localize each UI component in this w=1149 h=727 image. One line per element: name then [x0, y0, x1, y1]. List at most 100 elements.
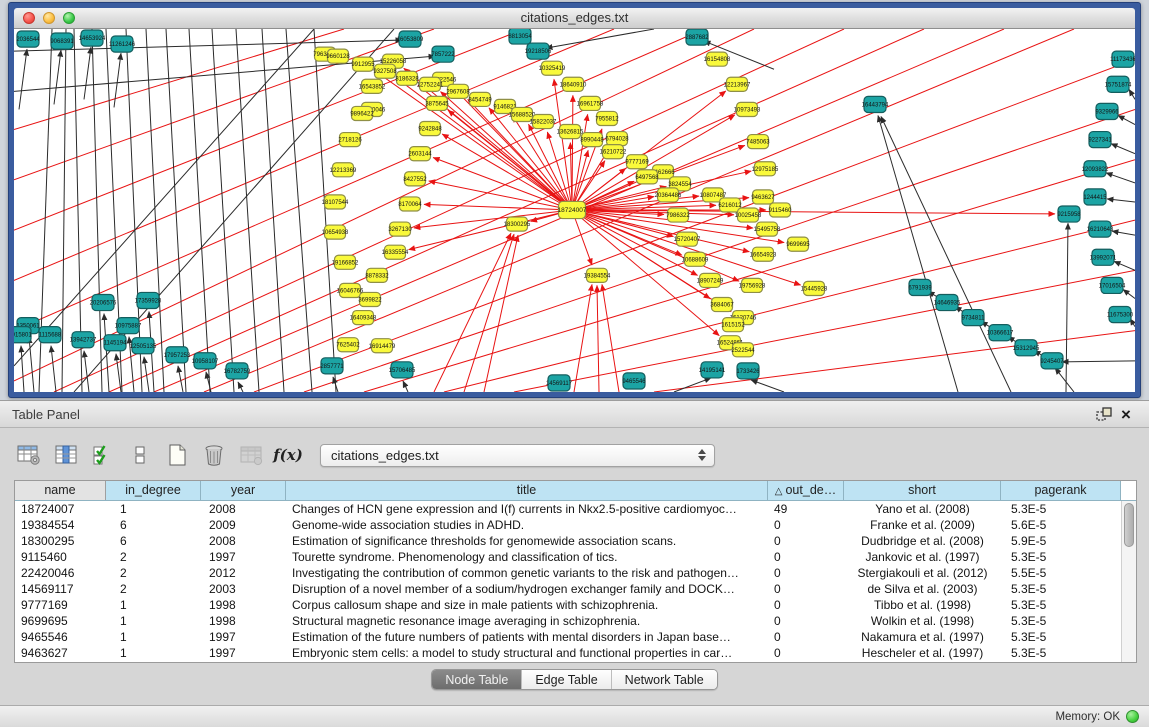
- table-row[interactable]: 977716911998Corpus callosum shape and si…: [15, 597, 1136, 613]
- network-graph[interactable]: 1872400779638229660128991295515226058932…: [14, 29, 1135, 392]
- table-cell: Changes of HCN gene expression and I(f) …: [286, 501, 768, 517]
- memory-status-dot[interactable]: [1126, 710, 1139, 723]
- table-row[interactable]: 1456911722003Disruption of a novel membe…: [15, 581, 1136, 597]
- table-cell: 5.6E-5: [1001, 517, 1121, 533]
- tab-network-table[interactable]: Network Table: [612, 670, 717, 689]
- table-selector-dropdown[interactable]: citations_edges.txt: [320, 444, 715, 467]
- table-cell: Tourette syndrome. Phenomenology and cla…: [286, 549, 768, 565]
- show-columns-icon[interactable]: [53, 443, 79, 467]
- column-header-pagerank[interactable]: pagerank: [1001, 481, 1121, 500]
- graph-edge: [109, 29, 924, 392]
- tab-edge-table[interactable]: Edge Table: [522, 670, 610, 689]
- graph-edge: [574, 284, 592, 392]
- column-header-in-degree[interactable]: in_degree: [106, 481, 201, 500]
- graph-node-label: 9699695: [786, 242, 810, 248]
- graph-edge: [238, 382, 243, 392]
- graph-node-label: 9068391: [50, 39, 74, 45]
- graph-node-label: 12505135: [130, 344, 157, 350]
- graph-node-label: 16782759: [224, 369, 251, 375]
- table-cell: 9777169: [15, 597, 106, 613]
- table-row[interactable]: 1938455462009Genome-wide association stu…: [15, 517, 1136, 533]
- column-header-title[interactable]: title: [286, 481, 768, 500]
- graph-node-label: 17359928: [135, 298, 162, 304]
- delete-table-icon[interactable]: [238, 443, 264, 467]
- graph-node-label: 16053809: [397, 37, 424, 43]
- graph-edge: [409, 210, 572, 250]
- table-cell: 2003: [201, 581, 286, 597]
- table-row[interactable]: 946362711997Embryonic stem cells: a mode…: [15, 645, 1136, 661]
- graph-node-label: 6497568: [635, 175, 659, 181]
- table-cell: 1997: [201, 629, 286, 645]
- graph-node-label: 20364486: [655, 193, 682, 199]
- graph-edge: [1111, 144, 1135, 154]
- graph-edge: [1112, 231, 1135, 235]
- table-cell: 18300295: [15, 533, 106, 549]
- graph-node-label: 12975185: [752, 167, 779, 173]
- column-header-name[interactable]: name: [15, 481, 106, 500]
- graph-node-label: 3824554: [668, 182, 692, 188]
- graph-node-label: 1115688: [39, 333, 62, 339]
- column-header-year[interactable]: year: [201, 481, 286, 500]
- table-cell: Dudbridge et al. (2008): [844, 533, 1001, 549]
- table-cell: 9465546: [15, 629, 106, 645]
- table-cell: Tibbo et al. (1998): [844, 597, 1001, 613]
- graph-node-label: 16543852: [359, 84, 386, 90]
- graph-edge: [19, 49, 27, 109]
- float-panel-icon[interactable]: [1093, 405, 1115, 423]
- table-row[interactable]: 1830029562008Estimation of significance …: [15, 533, 1136, 549]
- deselect-all-icon[interactable]: [127, 443, 153, 467]
- graph-node-label: 9329966: [1095, 109, 1119, 115]
- graph-node-label: 9734811: [962, 316, 986, 322]
- graph-node-label: 15312945: [1013, 346, 1040, 352]
- graph-edge: [84, 351, 89, 392]
- scrollbar-thumb[interactable]: [1124, 503, 1134, 547]
- table-cell: 1: [106, 597, 201, 613]
- window-title: citations_edges.txt: [14, 10, 1135, 25]
- table-tabs: Node TableEdge TableNetwork Table: [431, 669, 717, 690]
- graph-node-label: 18300295: [504, 222, 531, 228]
- graph-node-label: 3915801: [14, 333, 32, 339]
- table-row[interactable]: 911546021997Tourette syndrome. Phenomeno…: [15, 549, 1136, 565]
- table-panel: Table Panel ×: [0, 400, 1149, 705]
- graph-node-label: 14653924: [79, 36, 106, 42]
- column-header-short[interactable]: short: [844, 481, 1001, 500]
- graph-node-label: 10975887: [115, 324, 142, 330]
- network-window-titlebar[interactable]: citations_edges.txt: [14, 8, 1135, 29]
- table-row[interactable]: 2242004622012Investigating the contribut…: [15, 565, 1136, 581]
- table-cell: Embryonic stem cells: a model to study s…: [286, 645, 768, 661]
- graph-node-label: 14569117: [546, 381, 573, 387]
- tab-node-table[interactable]: Node Table: [432, 670, 521, 689]
- table-cell: 2008: [201, 533, 286, 549]
- table-cell: Structural magnetic resonance image aver…: [286, 613, 768, 629]
- select-all-icon[interactable]: [90, 443, 116, 467]
- table-cell: Disruption of a novel member of a sodium…: [286, 581, 768, 597]
- close-panel-icon[interactable]: ×: [1115, 405, 1137, 423]
- table-cell: 1: [106, 645, 201, 661]
- graph-node-label: 1615152: [721, 323, 745, 329]
- graph-node-label: 11261246: [109, 42, 136, 48]
- table-cell: Investigating the contribution of common…: [286, 565, 768, 581]
- table-vertical-scrollbar[interactable]: [1121, 501, 1136, 662]
- table-row[interactable]: 1872400712008Changes of HCN gene express…: [15, 501, 1136, 517]
- delete-column-icon[interactable]: [201, 443, 227, 467]
- graph-node-label: 7955812: [595, 116, 619, 122]
- network-canvas[interactable]: 1872400779638229660128991295515226058932…: [14, 29, 1135, 392]
- table-row[interactable]: 946554611997Estimation of the future num…: [15, 629, 1136, 645]
- graph-edge: [1106, 173, 1135, 183]
- graph-edge: [403, 381, 408, 392]
- function-builder-icon[interactable]: f(x): [275, 443, 301, 467]
- new-column-icon[interactable]: [164, 443, 190, 467]
- table-row[interactable]: 969969511998Structural magnetic resonanc…: [15, 613, 1136, 629]
- graph-node-label: 2522544: [731, 348, 755, 354]
- column-header-out-de-[interactable]: △out_de…: [768, 481, 844, 500]
- graph-node-label: 10025458: [735, 213, 762, 219]
- graph-node-label: 3875645: [425, 101, 449, 107]
- graph-edge: [166, 29, 186, 392]
- graph-node-label: 15751874: [1105, 82, 1132, 88]
- table-mode-icon[interactable]: [16, 443, 42, 467]
- table-cell: 5.3E-5: [1001, 629, 1121, 645]
- table-header-row: namein_degreeyeartitle△out_de…shortpager…: [15, 481, 1136, 501]
- graph-edge: [1114, 261, 1135, 270]
- table-cell: 2: [106, 565, 201, 581]
- graph-node-label: 3267130: [388, 227, 412, 233]
